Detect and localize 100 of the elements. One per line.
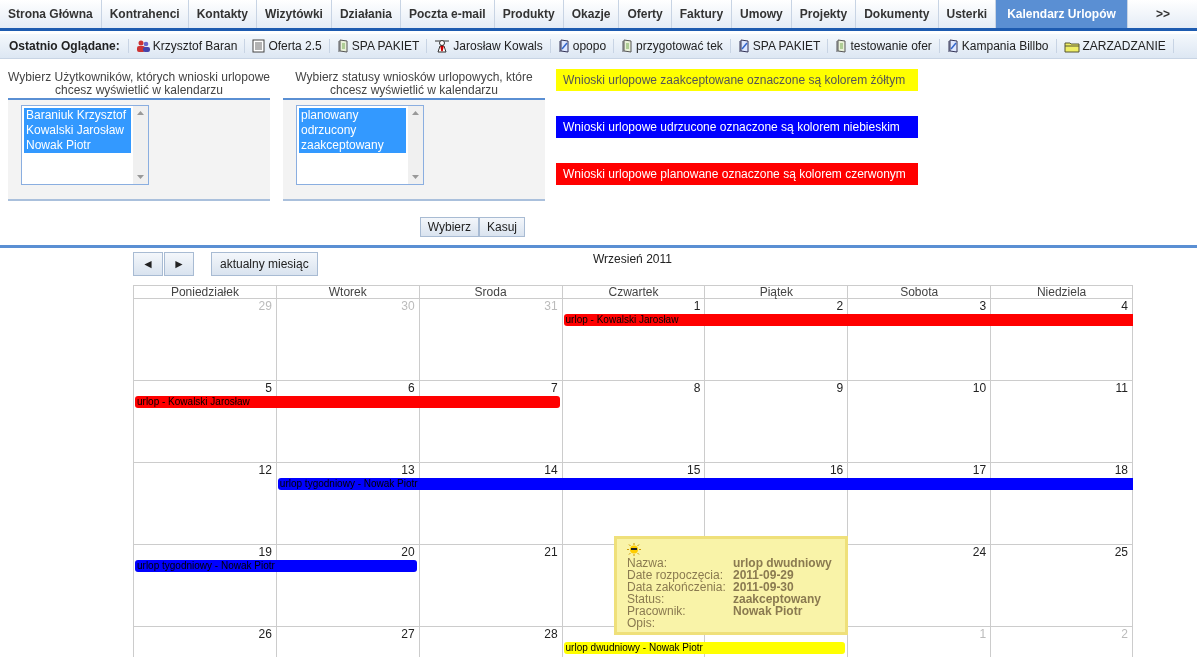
nav-tab[interactable]: Oferty <box>619 0 672 28</box>
weekday-header: Poniedziałek <box>133 286 276 298</box>
scroll-down-icon[interactable] <box>411 174 420 180</box>
recent-label: Ostatnio Oglądane: <box>0 39 129 53</box>
recent-item[interactable]: przygotować tek <box>614 39 731 53</box>
day-number: 9 <box>836 381 844 395</box>
legend-label: Wnioski urlopowe udrzucone oznaczone są kolorem niebieskim <box>556 116 918 138</box>
document-icon <box>252 39 266 53</box>
recent-item[interactable]: SPA PAKIET <box>329 39 428 53</box>
notebook-icon <box>737 39 750 53</box>
day-number: 1 <box>693 299 701 313</box>
scroll-up-icon[interactable] <box>136 110 145 116</box>
recent-item[interactable]: ZARZADZANIE <box>1056 39 1174 53</box>
notebook-icon <box>557 39 570 53</box>
day-number: 17 <box>972 463 987 477</box>
nav-tab[interactable]: Działania <box>331 0 401 28</box>
day-number: 11 <box>1115 381 1128 395</box>
day-number: 26 <box>258 627 272 641</box>
nav-tab[interactable]: Wizytówki <box>257 0 332 28</box>
people-icon <box>135 39 150 53</box>
day-number: 13 <box>401 463 415 477</box>
nav-tab[interactable]: Okazje <box>563 0 620 28</box>
day-number: 15 <box>687 463 701 477</box>
day-number: 6 <box>408 381 415 395</box>
day-number: 20 <box>401 545 415 559</box>
recent-item[interactable]: SPA PAKIET <box>730 39 829 53</box>
nav-tab[interactable]: Strona Główna <box>0 0 102 28</box>
day-number: 14 <box>544 463 558 477</box>
day-number: 19 <box>258 545 272 559</box>
tooltip-value: urlop dwudniowy <box>733 557 833 569</box>
sun-icon <box>627 543 641 556</box>
tooltip-label: Pracownik: <box>627 605 687 617</box>
tooltip-label: Date rozpoczęcia: <box>627 569 724 581</box>
nav-tab[interactable]: Dokumenty <box>856 0 939 28</box>
day-number: 1 <box>979 627 987 641</box>
legend-label: Wnioski urlopowe zaakceptowane oznaczone są kolorem żółtym <box>556 69 918 91</box>
notebook-icon <box>835 39 848 53</box>
tooltip-label: Opis: <box>627 617 656 629</box>
current-month-button[interactable]: aktualny miesiąc <box>211 252 318 276</box>
nav-tab[interactable]: Faktury <box>671 0 733 28</box>
weekday-header: Niedziela <box>990 286 1133 298</box>
day-number: 2 <box>836 299 844 313</box>
recent-item[interactable]: opopo <box>550 39 615 53</box>
day-number: 5 <box>265 381 272 395</box>
recent-item[interactable]: Krzysztof Baran <box>128 39 246 53</box>
day-number: 30 <box>401 299 415 313</box>
nav-tab[interactable]: Produkty <box>494 0 564 28</box>
leave-event[interactable]: urlop - Kowalski Jarosław <box>135 396 560 408</box>
nav-tab[interactable]: Poczta e-mail <box>401 0 495 28</box>
day-number: 24 <box>972 545 987 559</box>
weekday-header: Wtorek <box>275 286 419 298</box>
scroll-down-icon[interactable] <box>136 174 145 180</box>
leave-event[interactable]: urlop - Kowalski Jarosław <box>563 314 1133 326</box>
filter-label: Wybierz statusy wniosków urlopowych, które chcesz wyświetlić w kalendarzu <box>283 71 545 100</box>
nav-tab[interactable]: Projekty <box>791 0 857 28</box>
nav-tab[interactable]: >> <box>1127 0 1197 28</box>
weekday-header: Sroda <box>418 286 562 298</box>
scroll-up-icon[interactable] <box>411 110 420 116</box>
day-number: 31 <box>544 299 558 313</box>
day-number: 21 <box>544 545 558 559</box>
day-number: 18 <box>1114 463 1128 477</box>
recent-item[interactable]: Kampania Billbo <box>939 39 1057 53</box>
day-number: 2 <box>1121 627 1128 641</box>
tooltip-value: 2011-09-30 <box>733 581 795 593</box>
day-number: 16 <box>829 463 844 477</box>
day-number: 3 <box>979 299 987 313</box>
day-number: 10 <box>972 381 987 395</box>
recent-item[interactable]: Oferta 2.5 <box>245 39 330 53</box>
nav-tab[interactable]: Kontakty <box>188 0 258 28</box>
recent-item[interactable]: Jarosław Kowals <box>427 39 551 53</box>
day-number: 7 <box>550 381 558 395</box>
day-number: 12 <box>258 463 272 477</box>
tooltip-label: Status: <box>627 593 666 605</box>
leave-event[interactable]: urlop dwudniowy - Nowak Piotr <box>563 642 846 654</box>
legend-label: Wnioski urlopowe planowane oznaczone są kolorem czerwonym <box>556 163 918 185</box>
day-number: 29 <box>258 299 272 313</box>
next-button[interactable]: ► <box>164 252 194 276</box>
tooltip-value: Nowak Piotr <box>733 605 803 617</box>
tooltip-label: Data zakończenia: <box>627 581 727 593</box>
weekday-header: Czwartek <box>561 286 705 298</box>
folder-icon <box>1063 39 1080 53</box>
weekday-header: Piątek <box>704 286 848 298</box>
nav-tab[interactable]: Umowy <box>732 0 792 28</box>
tooltip-value: zaakceptowany <box>733 593 823 605</box>
nav-tab[interactable]: Kontrahenci <box>101 0 189 28</box>
notebook-icon <box>946 39 959 53</box>
day-number: 27 <box>401 627 415 641</box>
tooltip-label: Nazwa: <box>627 557 668 569</box>
clear-button[interactable]: Kasuj <box>478 217 525 237</box>
day-number: 4 <box>1121 299 1128 313</box>
month-title: Wrzesień 2011 <box>593 252 672 266</box>
previous-button[interactable]: ◄ <box>133 252 163 276</box>
person-icon <box>434 39 451 53</box>
day-number: 8 <box>693 381 701 395</box>
notebook-icon <box>621 39 634 53</box>
weekday-header: Sobota <box>847 286 991 298</box>
notebook-icon <box>336 39 349 53</box>
day-number: 28 <box>544 627 558 641</box>
recent-item[interactable]: testowanie ofer <box>828 39 940 53</box>
select-button[interactable]: Wybierz <box>419 217 479 237</box>
